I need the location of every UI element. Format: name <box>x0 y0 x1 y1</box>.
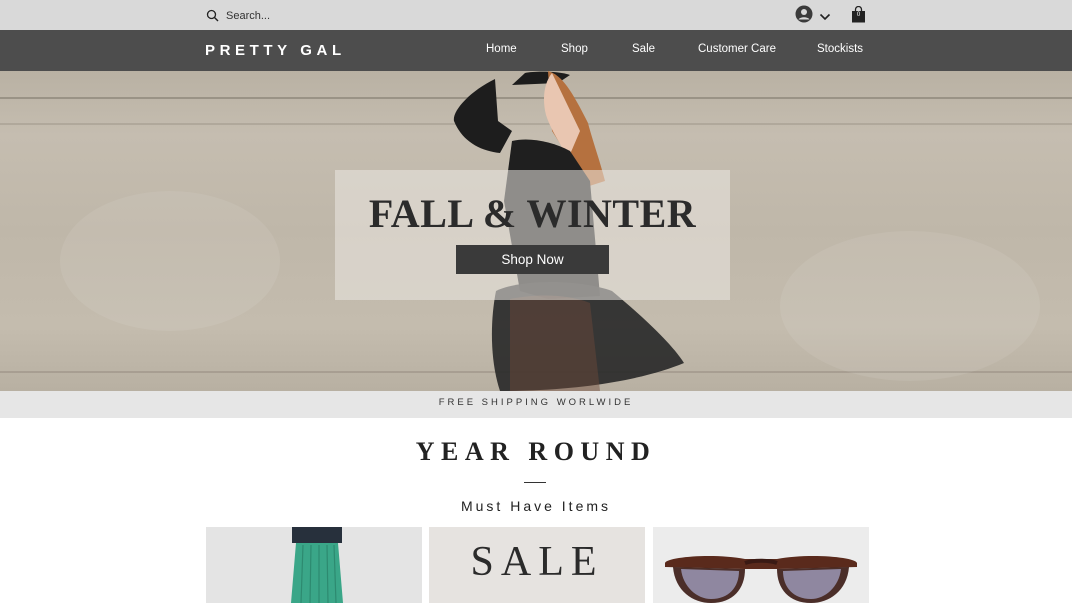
search-input[interactable] <box>226 9 346 22</box>
section-title: YEAR ROUND <box>415 437 657 466</box>
nav-item-stockists[interactable]: Stockists <box>817 43 863 55</box>
nav-item-home[interactable]: Home <box>486 43 517 55</box>
nav-item-sale[interactable]: Sale <box>632 43 655 55</box>
nav-item-shop[interactable]: Shop <box>561 43 588 55</box>
nav-item-customer-care[interactable]: Customer Care <box>698 43 776 55</box>
wall-texture <box>780 231 1040 381</box>
search-bar[interactable] <box>206 7 346 24</box>
section-divider <box>524 482 546 483</box>
green-skirt-image <box>291 527 343 603</box>
main-nav-bar: PRETTY GAL Home Shop Sale Customer Care … <box>0 30 1072 71</box>
hero-title: FALL & WINTER <box>368 191 697 236</box>
top-utility-bar: 0 <box>0 0 1072 30</box>
section-subtitle: Must Have Items <box>460 498 612 514</box>
search-icon[interactable] <box>206 9 219 22</box>
shipping-banner: FREE SHIPPING WORLWIDE <box>0 391 1072 418</box>
sale-label: SALE <box>470 539 604 585</box>
shop-now-button[interactable]: Shop Now <box>456 245 609 274</box>
product-tile-skirt[interactable] <box>206 527 422 603</box>
hero-banner: FALL & WINTER Shop Now <box>0 71 1072 391</box>
shipping-banner-text: FREE SHIPPING WORLWIDE <box>438 397 634 408</box>
cart-button[interactable]: 0 <box>851 5 866 23</box>
account-menu[interactable] <box>795 5 831 28</box>
account-circle-icon[interactable] <box>795 5 813 28</box>
main-nav: Home Shop Sale Customer Care Stockists <box>0 43 1072 59</box>
tortoiseshell-glasses-image <box>665 556 857 603</box>
product-tile-glasses[interactable] <box>653 527 869 603</box>
sale-tile[interactable]: SALE <box>429 527 645 603</box>
wall-texture <box>60 191 280 331</box>
chevron-down-icon[interactable] <box>819 8 831 26</box>
cart-count: 0 <box>856 12 861 18</box>
hero-overlay-box: FALL & WINTER Shop Now <box>335 170 730 300</box>
